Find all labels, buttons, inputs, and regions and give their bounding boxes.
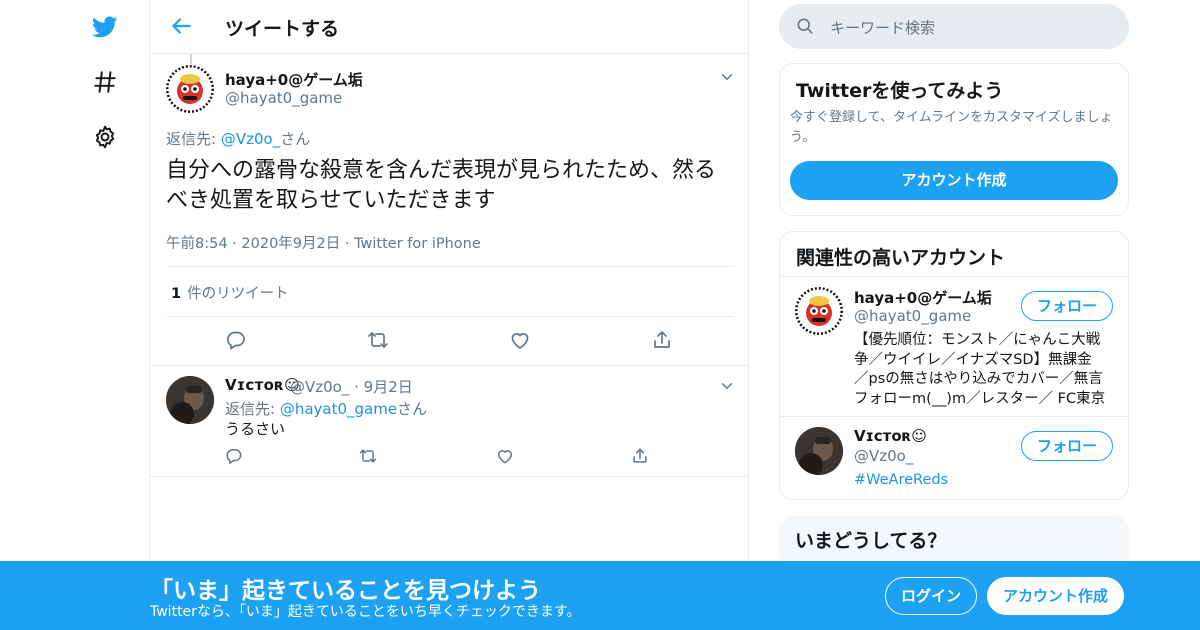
hashtag-link[interactable]: #WeAreReds xyxy=(854,472,948,488)
tweet-text: 自分への露骨な殺意を含んだ表現が見られたため、然るべき処置を取らせていただきます xyxy=(166,158,717,213)
retweet-icon[interactable] xyxy=(366,328,390,352)
tweet-source[interactable]: Twitter for iPhone xyxy=(354,236,481,252)
bio-line: 争／ウイイレ／イナズマSD】無課金 xyxy=(854,351,1092,368)
divider xyxy=(166,266,734,267)
reply-tweet[interactable]: Vɪᴄᴛᴏʀ☺ @Vz0o_ · 9月2日 返信先: @hayat0_gameさ… xyxy=(150,366,748,477)
avatar[interactable] xyxy=(166,376,214,424)
tweet-date[interactable]: 2020年9月2日 xyxy=(241,236,340,252)
meta-separator: · xyxy=(344,236,355,252)
tweet-time[interactable]: 午前8:54 xyxy=(166,236,228,252)
suggested-account[interactable]: haya+0@ゲーム垢 @hayat0_game フォロー 【優先順位：モンスト… xyxy=(780,277,1128,416)
avatar[interactable] xyxy=(795,427,843,475)
search-icon xyxy=(795,16,815,36)
left-nav xyxy=(80,0,130,630)
share-icon[interactable] xyxy=(650,328,674,352)
login-button[interactable]: ログイン xyxy=(885,577,977,615)
account-bio: 【優先順位：モンスト／にゃんこ大戦 争／ウイイレ／イナズマSD】無課金 ／psの… xyxy=(854,331,1116,409)
suggested-account[interactable]: Vɪᴄᴛᴏʀ☺ @Vz0o_ フォロー #WeAreReds xyxy=(780,417,1128,499)
reply-to-suffix: さん xyxy=(397,400,428,418)
retweet-icon[interactable] xyxy=(358,446,378,466)
card-title: Twitterを使ってみよう xyxy=(796,80,1004,102)
author-handle[interactable]: @hayat0_game xyxy=(225,89,342,107)
bio-line: 【優先順位：モンスト／にゃんこ大戦 xyxy=(854,332,1101,348)
author-handle[interactable]: @Vz0o_ xyxy=(290,378,349,396)
tweet-date[interactable]: 9月2日 xyxy=(364,378,413,396)
retweet-stats[interactable]: 1 件のリツイート xyxy=(171,282,289,303)
account-bio: #WeAreReds xyxy=(854,471,1116,491)
gear-icon[interactable] xyxy=(88,120,122,154)
follow-button[interactable]: フォロー xyxy=(1021,431,1113,461)
card-title: 関連性の高いアカウント xyxy=(796,247,1006,269)
account-name[interactable]: Vɪᴄᴛᴏʀ☺ xyxy=(854,427,927,445)
signup-card: Twitterを使ってみよう 今すぐ登録して、タイムラインをカスタマイズしましょ… xyxy=(779,63,1129,216)
meta-separator: · xyxy=(349,378,364,396)
banner-subtitle: Twitterなら、「いま」起きていることをいち早くチェックできます。 xyxy=(150,604,581,620)
tweet-text: うるさい xyxy=(225,420,286,438)
page-header: ツイートする xyxy=(150,0,748,54)
card-title: いまどうしてる？ xyxy=(795,530,947,552)
arrow-left-icon[interactable] xyxy=(168,13,194,39)
author-name[interactable]: haya+0@ゲーム垢 xyxy=(225,69,363,90)
bio-line: フォローm(__)m／レスター／ FC東京 xyxy=(854,390,1106,407)
create-account-button[interactable]: アカウント作成 xyxy=(790,161,1118,200)
avatar[interactable] xyxy=(166,65,214,113)
avatar[interactable] xyxy=(795,287,843,335)
author-name[interactable]: Vɪᴄᴛᴏʀ☺ xyxy=(225,376,300,394)
reply-icon[interactable] xyxy=(224,328,248,352)
reply-to-link[interactable]: @Vz0o_ xyxy=(221,130,280,148)
like-icon[interactable] xyxy=(508,328,532,352)
reply-icon[interactable] xyxy=(224,446,244,466)
reply-to-prefix: 返信先: xyxy=(225,400,280,418)
signup-button[interactable]: アカウント作成 xyxy=(987,577,1124,615)
bio-line: ／psの無さはやり込みでカバー／無言 xyxy=(854,371,1103,387)
follow-button[interactable]: フォロー xyxy=(1021,291,1113,321)
reply-to-suffix: さん xyxy=(280,130,311,148)
tweet-metadata: 午前8:54 · 2020年9月2日 · Twitter for iPhone xyxy=(166,232,481,253)
hashtag-icon[interactable] xyxy=(88,65,122,99)
retweet-count: 1 xyxy=(171,286,182,302)
banner-title: 「いま」起きていることを見つけよう xyxy=(150,578,541,604)
account-name[interactable]: haya+0@ゲーム垢 xyxy=(854,287,992,308)
signup-banner: 「いま」起きていることを見つけよう Twitterなら、「いま」起きていることを… xyxy=(0,561,1200,630)
account-handle[interactable]: @Vz0o_ xyxy=(854,447,913,465)
search-box[interactable]: キーワード検索 xyxy=(779,4,1129,49)
twitter-bird-icon[interactable] xyxy=(88,10,122,44)
thread-connector xyxy=(190,54,192,64)
like-icon[interactable] xyxy=(495,446,515,466)
page-title: ツイートする xyxy=(225,18,340,40)
reply-to-prefix: 返信先: xyxy=(166,130,221,148)
reply-to: 返信先: @Vz0o_さん xyxy=(166,128,310,149)
reply-to-link[interactable]: @hayat0_game xyxy=(280,400,397,418)
chevron-down-icon[interactable] xyxy=(718,377,736,395)
retweet-label: 件のリツイート xyxy=(187,286,289,302)
author-handle-line: @Vz0o_ · 9月2日 xyxy=(290,376,413,397)
card-description: 今すぐ登録して、タイムラインをカスタマイズしましょう。 xyxy=(790,110,1113,145)
share-icon[interactable] xyxy=(630,446,650,466)
search-input[interactable]: キーワード検索 xyxy=(830,17,935,38)
chevron-down-icon[interactable] xyxy=(718,68,736,86)
account-handle[interactable]: @hayat0_game xyxy=(854,307,971,325)
meta-separator: · xyxy=(232,236,242,252)
timeline-column: ツイートする haya+0@ゲーム垢 @hayat0_game 返信先: @Vz… xyxy=(149,0,749,630)
main-tweet: haya+0@ゲーム垢 @hayat0_game 返信先: @Vz0o_さん 自… xyxy=(150,54,748,366)
divider xyxy=(166,316,734,317)
reply-to: 返信先: @hayat0_gameさん xyxy=(225,398,427,419)
related-accounts-card: 関連性の高いアカウント haya+0@ゲーム垢 @hayat0_game フォロ… xyxy=(779,231,1129,500)
